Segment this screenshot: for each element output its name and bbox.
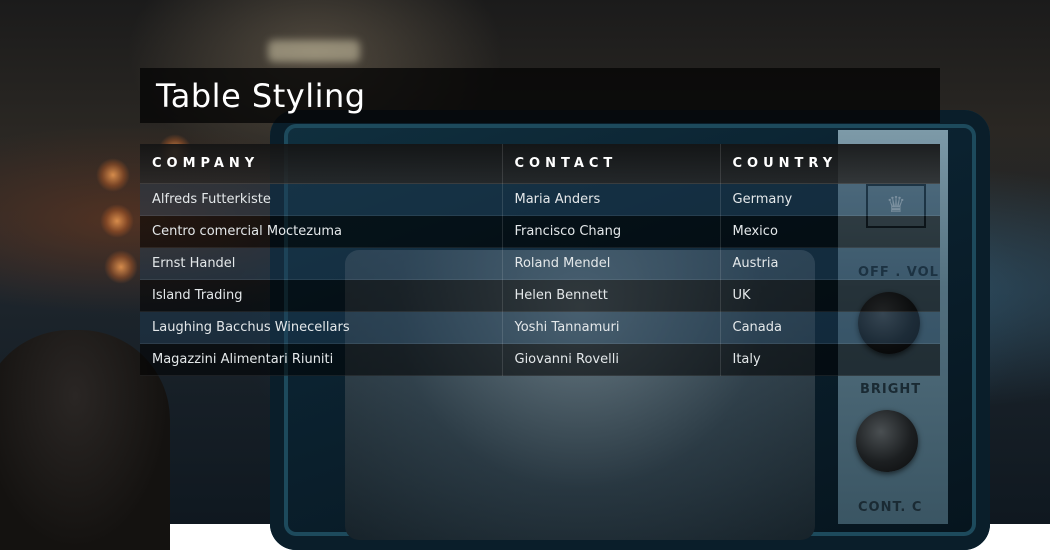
cell-contact: Helen Bennett bbox=[502, 279, 721, 312]
cell-contact: Giovanni Rovelli bbox=[502, 343, 721, 376]
table-row: Laughing Bacchus Winecellars Yoshi Tanna… bbox=[140, 311, 940, 344]
column-header-contact: CONTACT bbox=[502, 144, 721, 184]
bright-knob bbox=[856, 410, 918, 472]
cell-country: Austria bbox=[720, 247, 940, 280]
bokeh-light bbox=[104, 250, 138, 284]
cell-country: Canada bbox=[720, 311, 940, 344]
table-row: Ernst Handel Roland Mendel Austria bbox=[140, 247, 940, 280]
table-row: Centro comercial Moctezuma Francisco Cha… bbox=[140, 215, 940, 248]
cell-contact: Yoshi Tannamuri bbox=[502, 311, 721, 344]
cell-country: UK bbox=[720, 279, 940, 312]
cell-company: Alfreds Futterkiste bbox=[140, 183, 503, 216]
cell-company: Laughing Bacchus Winecellars bbox=[140, 311, 503, 344]
cell-country: Mexico bbox=[720, 215, 940, 248]
cell-company: Island Trading bbox=[140, 279, 503, 312]
table-container: Table Styling COMPANY CONTACT COUNTRY Al… bbox=[140, 68, 940, 376]
cell-country: Germany bbox=[720, 183, 940, 216]
cell-country: Italy bbox=[720, 343, 940, 376]
table-header: COMPANY CONTACT COUNTRY bbox=[140, 144, 940, 184]
cell-company: Magazzini Alimentari Riuniti bbox=[140, 343, 503, 376]
cell-company: Ernst Handel bbox=[140, 247, 503, 280]
title-bar: Table Styling bbox=[140, 68, 940, 123]
ceiling-light bbox=[268, 40, 360, 62]
cell-contact: Roland Mendel bbox=[502, 247, 721, 280]
bokeh-light bbox=[96, 158, 130, 192]
cell-company: Centro comercial Moctezuma bbox=[140, 215, 503, 248]
table-body: Alfreds Futterkiste Maria Anders Germany… bbox=[140, 183, 940, 376]
page-title: Table Styling bbox=[156, 76, 366, 115]
data-table: COMPANY CONTACT COUNTRY Alfreds Futterki… bbox=[140, 144, 940, 376]
tv-label-contrast: CONT. C bbox=[858, 500, 923, 515]
table-row: Island Trading Helen Bennett UK bbox=[140, 279, 940, 312]
tv-label-bright: BRIGHT bbox=[860, 382, 922, 397]
cell-contact: Maria Anders bbox=[502, 183, 721, 216]
table-row: Magazzini Alimentari Riuniti Giovanni Ro… bbox=[140, 343, 940, 376]
column-header-company: COMPANY bbox=[140, 144, 503, 184]
column-header-country: COUNTRY bbox=[720, 144, 940, 184]
cell-contact: Francisco Chang bbox=[502, 215, 721, 248]
header-row: COMPANY CONTACT COUNTRY bbox=[140, 144, 940, 184]
bokeh-light bbox=[100, 204, 134, 238]
table-row: Alfreds Futterkiste Maria Anders Germany bbox=[140, 183, 940, 216]
